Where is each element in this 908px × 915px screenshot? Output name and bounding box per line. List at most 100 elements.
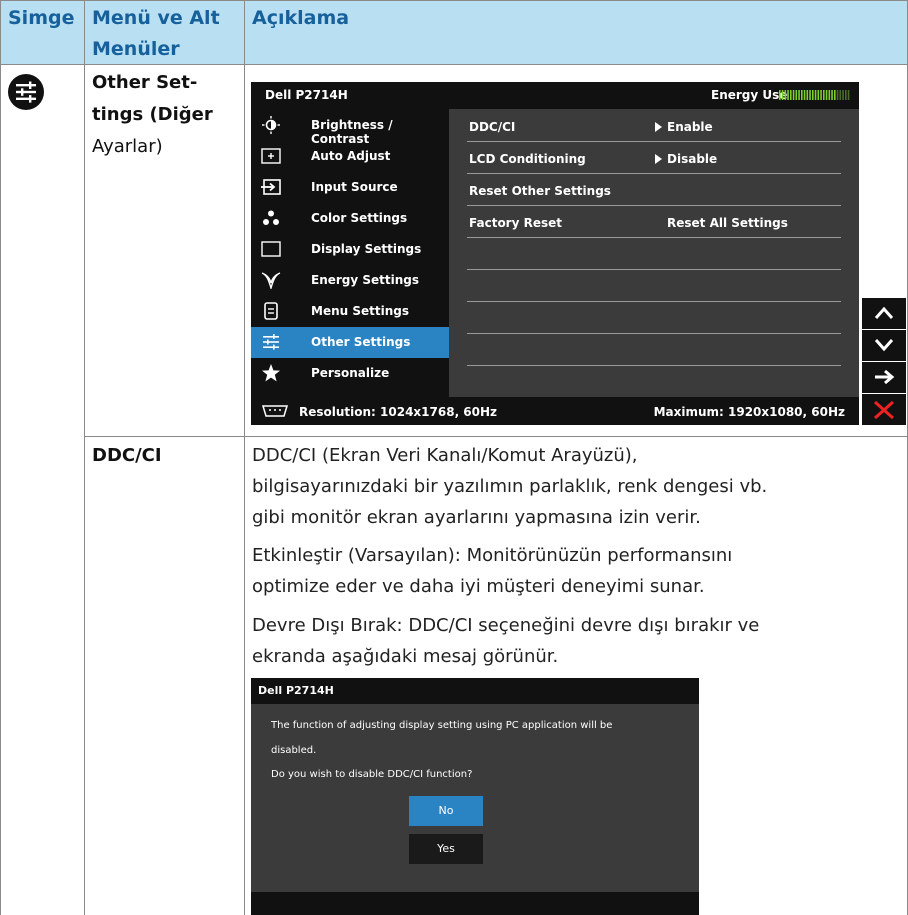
option-value: Disable: [667, 152, 718, 166]
close-icon: [874, 400, 894, 420]
option-reset-other-settings[interactable]: Reset Other Settings: [467, 174, 841, 206]
energy-meter-tick: [787, 90, 789, 100]
option-value: Enable: [667, 120, 713, 134]
ddc-ci-confirm-dialog: Dell P2714H The function of adjusting di…: [251, 678, 699, 915]
energy-meter-tick: [809, 90, 811, 100]
energy-meter-tick: [812, 90, 814, 100]
right-arrow-icon: [875, 369, 895, 385]
up-arrow-icon: [874, 306, 894, 319]
brightness-icon: [262, 116, 280, 134]
energy-meter-tick: [828, 90, 831, 100]
exit-button[interactable]: [862, 394, 906, 425]
dialog-title: Dell P2714H: [258, 684, 334, 697]
energy-meter-tick: [836, 90, 839, 100]
energy-meter-tick: [784, 90, 787, 100]
description-paragraph-3: Devre Dışı Bırak: DDC/CI seçeneğini devr…: [252, 610, 902, 672]
down-arrow-icon: [874, 339, 894, 352]
energy-meter-tick: [814, 90, 817, 100]
sidebar-item-label: Personalize: [311, 366, 390, 380]
energy-meter-tick: [847, 90, 850, 100]
sidebar-item-label: Auto Adjust: [311, 149, 391, 163]
energy-meter-tick: [806, 90, 809, 100]
triangle-right-icon: [655, 122, 662, 132]
auto-adjust-icon: [261, 148, 281, 164]
down-button[interactable]: [862, 330, 906, 361]
sidebar-item-label: Menu Settings: [311, 304, 409, 318]
sidebar-item-input-source[interactable]: Input Source: [251, 172, 449, 203]
energy-meter-tick: [781, 90, 784, 100]
color-settings-icon: [263, 210, 279, 225]
energy-meter-tick: [823, 90, 825, 100]
sidebar-item-label: Color Settings: [311, 211, 408, 225]
menu-settings-icon: [264, 302, 278, 320]
other-settings-icon: [8, 74, 44, 110]
energy-meter-tick: [834, 90, 836, 100]
energy-meter-tick: [817, 90, 820, 100]
maximum-resolution-text: Maximum: 1920x1080, 60Hz: [653, 405, 845, 419]
energy-meter-tick: [839, 90, 842, 100]
text-line: Devre Dışı Bırak: DDC/CI seçeneğini devr…: [252, 615, 760, 636]
display-settings-icon: [261, 241, 281, 257]
option-name: LCD Conditioning: [469, 152, 586, 166]
description-paragraph-2: Etkinleştir (Varsayılan): Monitörünüzün …: [252, 540, 902, 602]
option-empty-row: [467, 302, 841, 334]
text-line: DDC/CI (Ekran Veri Kanalı/Komut Arayüzü)…: [252, 445, 638, 466]
sidebar-item-label: Other Settings: [311, 335, 411, 349]
option-name: DDC/CI: [469, 120, 516, 134]
option-name: Factory Reset: [469, 216, 562, 230]
option-value: Reset All Settings: [667, 216, 788, 230]
energy-use-label: Energy Use: [711, 88, 788, 102]
sidebar-item-label: Input Source: [311, 180, 398, 194]
description-paragraph-1: DDC/CI (Ekran Veri Kanalı/Komut Arayüzü)…: [252, 440, 902, 533]
sidebar-item-energy-settings[interactable]: Energy Settings: [251, 265, 449, 296]
osd-sidebar: Brightness / Contrast Auto Adjust Input …: [251, 109, 449, 397]
text-line: gibi monitör ekran ayarlarını yapmasına …: [252, 507, 701, 528]
energy-meter-tick: [820, 90, 822, 100]
sidebar-item-brightness-contrast[interactable]: Brightness / Contrast: [251, 110, 449, 146]
sidebar-item-auto-adjust[interactable]: Auto Adjust: [251, 141, 449, 172]
header-menu-col-line1: Menü ve Alt: [92, 7, 220, 29]
header-menu-col-line2: Menüler: [92, 38, 180, 60]
sidebar-item-menu-settings[interactable]: Menu Settings: [251, 296, 449, 327]
enter-button[interactable]: [862, 362, 906, 393]
osd-status-bar: Resolution: 1024x1768, 60Hz Maximum: 192…: [251, 397, 859, 425]
text-line: Etkinleştir (Varsayılan): Monitörünüzün …: [252, 545, 733, 566]
up-button[interactable]: [862, 298, 906, 329]
sidebar-item-color-settings[interactable]: Color Settings: [251, 203, 449, 234]
header-description-col: Açıklama: [252, 7, 350, 29]
energy-meter-tick: [845, 90, 847, 100]
option-lcd-conditioning[interactable]: LCD Conditioning Disable: [467, 142, 841, 174]
text-line: bilgisayarınızdaki bir yazılımın parlakl…: [252, 476, 768, 497]
option-empty-row: [467, 238, 841, 270]
sidebar-item-display-settings[interactable]: Display Settings: [251, 234, 449, 265]
no-button[interactable]: No: [409, 796, 483, 826]
energy-meter-tick: [842, 90, 844, 100]
option-ddc-ci[interactable]: DDC/CI Enable: [467, 110, 841, 142]
energy-meter-tick: [798, 90, 800, 100]
energy-meter-tick: [792, 90, 795, 100]
sidebar-item-personalize[interactable]: Personalize: [251, 358, 449, 389]
option-empty-row: [467, 334, 841, 366]
option-factory-reset[interactable]: Factory Reset Reset All Settings: [467, 206, 841, 238]
dialog-status-bar: [251, 892, 699, 915]
menu-name-line1: Other Set-: [92, 72, 198, 93]
text-line: ekranda aşağıdaki mesaj görünür.: [252, 646, 559, 667]
option-name: Reset Other Settings: [469, 184, 611, 198]
menu-name-line3: Ayarlar): [92, 136, 163, 157]
energy-meter-tick: [831, 90, 833, 100]
input-source-icon: [261, 179, 281, 195]
sidebar-item-label: Display Settings: [311, 242, 422, 256]
resolution-text: Resolution: 1024x1768, 60Hz: [299, 405, 498, 419]
sidebar-item-label: Energy Settings: [311, 273, 420, 287]
energy-meter-tick: [801, 90, 803, 100]
sidebar-item-other-settings[interactable]: Other Settings: [251, 327, 449, 358]
yes-button[interactable]: Yes: [409, 834, 483, 864]
energy-use-meter: [779, 90, 850, 100]
energy-meter-tick: [790, 90, 792, 100]
energy-meter-tick: [825, 90, 828, 100]
menu-name-ddc-ci: DDC/CI: [92, 445, 162, 466]
dialog-message-line: The function of adjusting display settin…: [271, 720, 613, 731]
osd-title-bar: Dell P2714H Energy Use: [251, 82, 859, 109]
other-settings-icon: [263, 334, 279, 350]
energy-settings-icon: [261, 272, 281, 289]
